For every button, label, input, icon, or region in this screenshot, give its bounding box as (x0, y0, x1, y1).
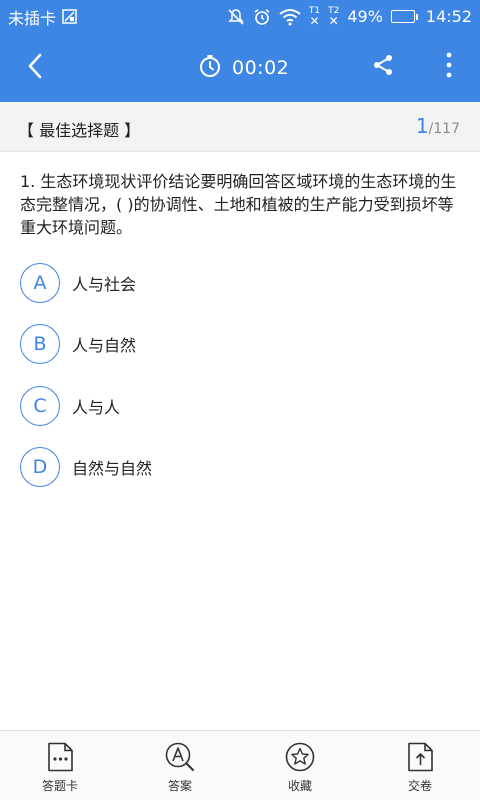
carrier-label: 未插卡 (8, 8, 57, 28)
answer-search-icon (163, 741, 197, 773)
option-letter: A (20, 263, 60, 303)
option-b[interactable]: B 人与自然 (20, 324, 460, 364)
signal-2-icon: T2 ✕ (328, 5, 340, 28)
share-icon (371, 53, 395, 81)
app-bar: 00:02 (0, 33, 480, 102)
wifi-icon (279, 8, 301, 26)
option-text: 人与自然 (72, 336, 137, 355)
back-arrow-icon (27, 53, 43, 83)
option-letter: C (20, 386, 60, 426)
option-c[interactable]: C 人与人 (20, 386, 460, 426)
option-letter: B (20, 324, 60, 364)
exam-timer: 00:02 (198, 53, 289, 83)
question-header: 【 最佳选择题 】 1 /117 (0, 102, 480, 152)
option-a[interactable]: A 人与社会 (20, 263, 460, 303)
question-type: 【 最佳选择题 】 (18, 121, 141, 140)
option-d[interactable]: D 自然与自然 (20, 447, 460, 487)
bottom-toolbar: 答题卡 答案 收藏 交卷 (0, 730, 480, 800)
star-icon (283, 741, 317, 773)
submit-icon (403, 741, 437, 773)
answer-card-icon (43, 741, 77, 773)
battery-percent: 49% (347, 7, 383, 26)
tab-answer-card[interactable]: 答题卡 (0, 731, 120, 800)
sim-off-icon (62, 9, 77, 24)
share-button[interactable] (368, 52, 398, 82)
back-button[interactable] (18, 53, 52, 83)
more-vertical-icon (446, 52, 452, 82)
tab-label: 交卷 (407, 779, 432, 793)
mute-icon (227, 8, 245, 26)
option-text: 人与社会 (72, 275, 137, 294)
tab-submit[interactable]: 交卷 (360, 731, 480, 800)
tab-label: 收藏 (287, 779, 312, 793)
more-button[interactable] (434, 51, 464, 83)
tab-answer[interactable]: 答案 (120, 731, 240, 800)
status-bar: 未插卡 T1 ✕ T2 ✕ 49% 14:52 (0, 0, 480, 33)
option-letter: D (20, 447, 60, 487)
total-questions: /117 (428, 121, 460, 137)
option-text: 自然与自然 (72, 459, 153, 478)
stopwatch-icon (198, 54, 222, 82)
question-text: 1. 生态环境现状评价结论要明确回答区域环境的生态环境的生态完整情况，( )的协… (20, 172, 457, 237)
tab-label: 答案 (167, 779, 192, 793)
tab-label: 答题卡 (41, 779, 78, 793)
clock: 14:52 (425, 7, 472, 26)
battery-icon (390, 10, 418, 23)
question-progress: 1 /117 (416, 114, 460, 138)
alarm-icon (253, 8, 271, 26)
option-text: 人与人 (72, 398, 121, 417)
tab-favorite[interactable]: 收藏 (240, 731, 360, 800)
timer-value: 00:02 (232, 57, 290, 79)
current-question-number: 1 (415, 114, 429, 138)
signal-1-icon: T1 ✕ (308, 5, 321, 28)
